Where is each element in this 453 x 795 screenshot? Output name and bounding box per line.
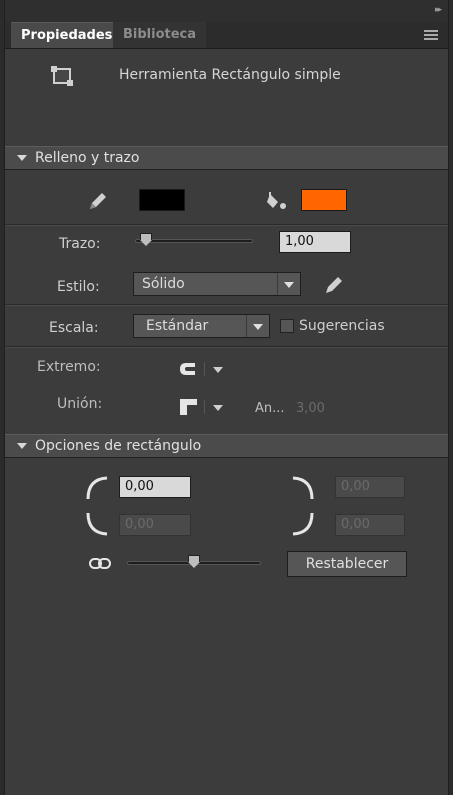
fill-color-swatch[interactable]	[301, 189, 347, 211]
corner-bottom-right-input[interactable]: 0,00	[335, 514, 405, 536]
corner-top-left-icon	[86, 476, 108, 500]
chevron-down-icon	[246, 315, 269, 337]
cap-round-icon[interactable]	[179, 361, 199, 377]
panel-topbar: ▸▸	[5, 0, 448, 22]
chevron-down-icon	[277, 273, 300, 295]
section-title: Opciones de rectángulo	[35, 438, 202, 454]
scale-dropdown[interactable]: Estándar	[133, 314, 270, 338]
properties-panel: ▸▸ Propiedades Biblioteca Herramienta Re…	[4, 0, 449, 795]
hints-label: Sugerencias	[299, 318, 385, 334]
cap-label: Extremo:	[37, 359, 101, 375]
paint-bucket-icon	[267, 192, 286, 209]
pencil-edit-style-icon[interactable]	[323, 274, 345, 296]
corner-top-left-input[interactable]: 0,00	[119, 476, 191, 498]
divider	[5, 304, 448, 306]
collapse-arrows-icon[interactable]: ▸▸	[435, 5, 442, 15]
miter-value[interactable]: 3,00	[296, 401, 325, 416]
tool-name: Herramienta Rectángulo simple	[119, 67, 341, 83]
divider	[5, 224, 448, 226]
stroke-slider-thumb[interactable]	[140, 233, 153, 246]
stroke-color-swatch[interactable]	[139, 189, 185, 211]
miter-label: An...	[255, 401, 285, 416]
corner-radius-slider-thumb[interactable]	[188, 555, 200, 568]
hints-checkbox[interactable]	[280, 319, 294, 333]
scale-value: Estándar	[146, 318, 209, 334]
divider	[5, 346, 448, 348]
panel-tabs: Propiedades Biblioteca	[5, 22, 448, 49]
style-value: Sólido	[142, 276, 185, 292]
join-label: Unión:	[57, 396, 103, 412]
corner-bottom-left-input[interactable]: 0,00	[119, 514, 191, 536]
section-title: Relleno y trazo	[35, 150, 140, 166]
corner-top-right-input[interactable]: 0,00	[335, 476, 405, 498]
style-dropdown[interactable]: Sólido	[133, 272, 301, 296]
stroke-label: Trazo:	[59, 236, 101, 252]
panel-menu-icon[interactable]	[424, 28, 438, 42]
link-chain-icon[interactable]	[89, 557, 111, 571]
stroke-slider[interactable]	[135, 239, 253, 243]
style-label: Estilo:	[57, 279, 100, 295]
cap-chevron-down-icon[interactable]	[213, 367, 223, 373]
tab-biblioteca[interactable]: Biblioteca	[113, 22, 207, 48]
section-rect-options[interactable]: Opciones de rectángulo	[5, 434, 448, 458]
divider	[204, 400, 205, 414]
scale-label: Escala:	[49, 320, 99, 336]
tab-propiedades[interactable]: Propiedades	[11, 22, 123, 48]
pencil-icon	[90, 193, 106, 209]
corner-bottom-left-icon	[86, 512, 108, 536]
section-fill-stroke[interactable]: Relleno y trazo	[5, 146, 448, 170]
stroke-width-input[interactable]: 1,00	[279, 231, 351, 253]
expand-triangle-icon	[17, 155, 27, 161]
join-chevron-down-icon[interactable]	[213, 405, 223, 411]
expand-triangle-icon	[17, 443, 27, 449]
rectangle-tool-icon	[51, 66, 73, 86]
join-miter-icon[interactable]	[179, 398, 199, 416]
corner-bottom-right-icon	[292, 512, 314, 536]
divider	[204, 362, 205, 376]
reset-button[interactable]: Restablecer	[287, 551, 407, 577]
corner-top-right-icon	[292, 476, 314, 500]
